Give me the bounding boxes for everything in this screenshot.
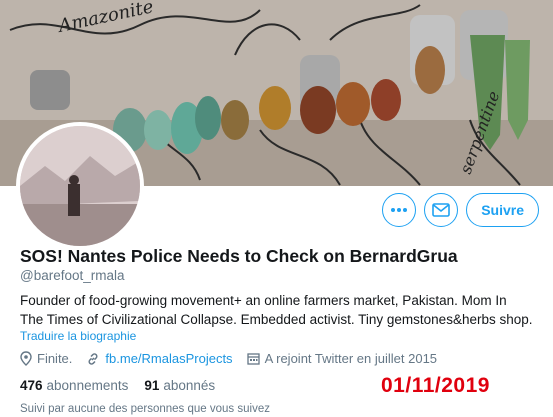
joined-text: A rejoint Twitter en juillet 2015: [264, 351, 438, 366]
more-button[interactable]: [382, 193, 417, 227]
bio-line-2: The Times of Civilizational Collapse. Em…: [20, 312, 533, 327]
date-annotation: 01/11/2019: [381, 374, 490, 397]
profile-actions: Suivre: [382, 193, 539, 227]
following-stat[interactable]: 476 abonnements: [20, 378, 128, 393]
following-count: 476: [20, 378, 43, 393]
followers-label: abonnés: [163, 378, 216, 393]
more-dots-icon: [391, 208, 408, 212]
location-text: Finite.: [37, 351, 73, 366]
profile-handle[interactable]: @barefoot_rmala: [20, 268, 125, 283]
profile-stats: 476 abonnements 91 abonnés: [20, 378, 231, 393]
followers-stat[interactable]: 91 abonnés: [144, 378, 215, 393]
profile-meta: Finite. fb.me/RmalasProjects A rejoint T…: [20, 351, 451, 366]
website-link[interactable]: fb.me/RmalasProjects: [105, 351, 232, 366]
bio-line-1: Founder of food-growing movement+ an onl…: [20, 293, 507, 308]
follow-button[interactable]: Suivre: [466, 193, 539, 227]
translate-bio-link[interactable]: Traduire la biographie: [20, 329, 136, 343]
following-label: abonnements: [46, 378, 129, 393]
link-icon: [88, 352, 98, 365]
envelope-icon: [432, 203, 450, 217]
followers-count: 91: [144, 378, 160, 393]
profile-name: SOS! Nantes Police Needs to Check on Ber…: [20, 246, 458, 266]
location-item: Finite.: [20, 351, 72, 366]
followed-by-text: Suivi par aucune des personnes que vous …: [20, 403, 270, 415]
message-button[interactable]: [424, 193, 459, 227]
avatar-image: [20, 126, 140, 246]
joined-item: A rejoint Twitter en juillet 2015: [246, 351, 438, 366]
profile-avatar[interactable]: [16, 122, 144, 250]
location-pin-icon: [20, 351, 32, 366]
website-item[interactable]: fb.me/RmalasProjects: [86, 351, 233, 366]
calendar-icon: [246, 353, 260, 365]
profile-bio: Founder of food-growing movement+ an onl…: [20, 291, 540, 329]
